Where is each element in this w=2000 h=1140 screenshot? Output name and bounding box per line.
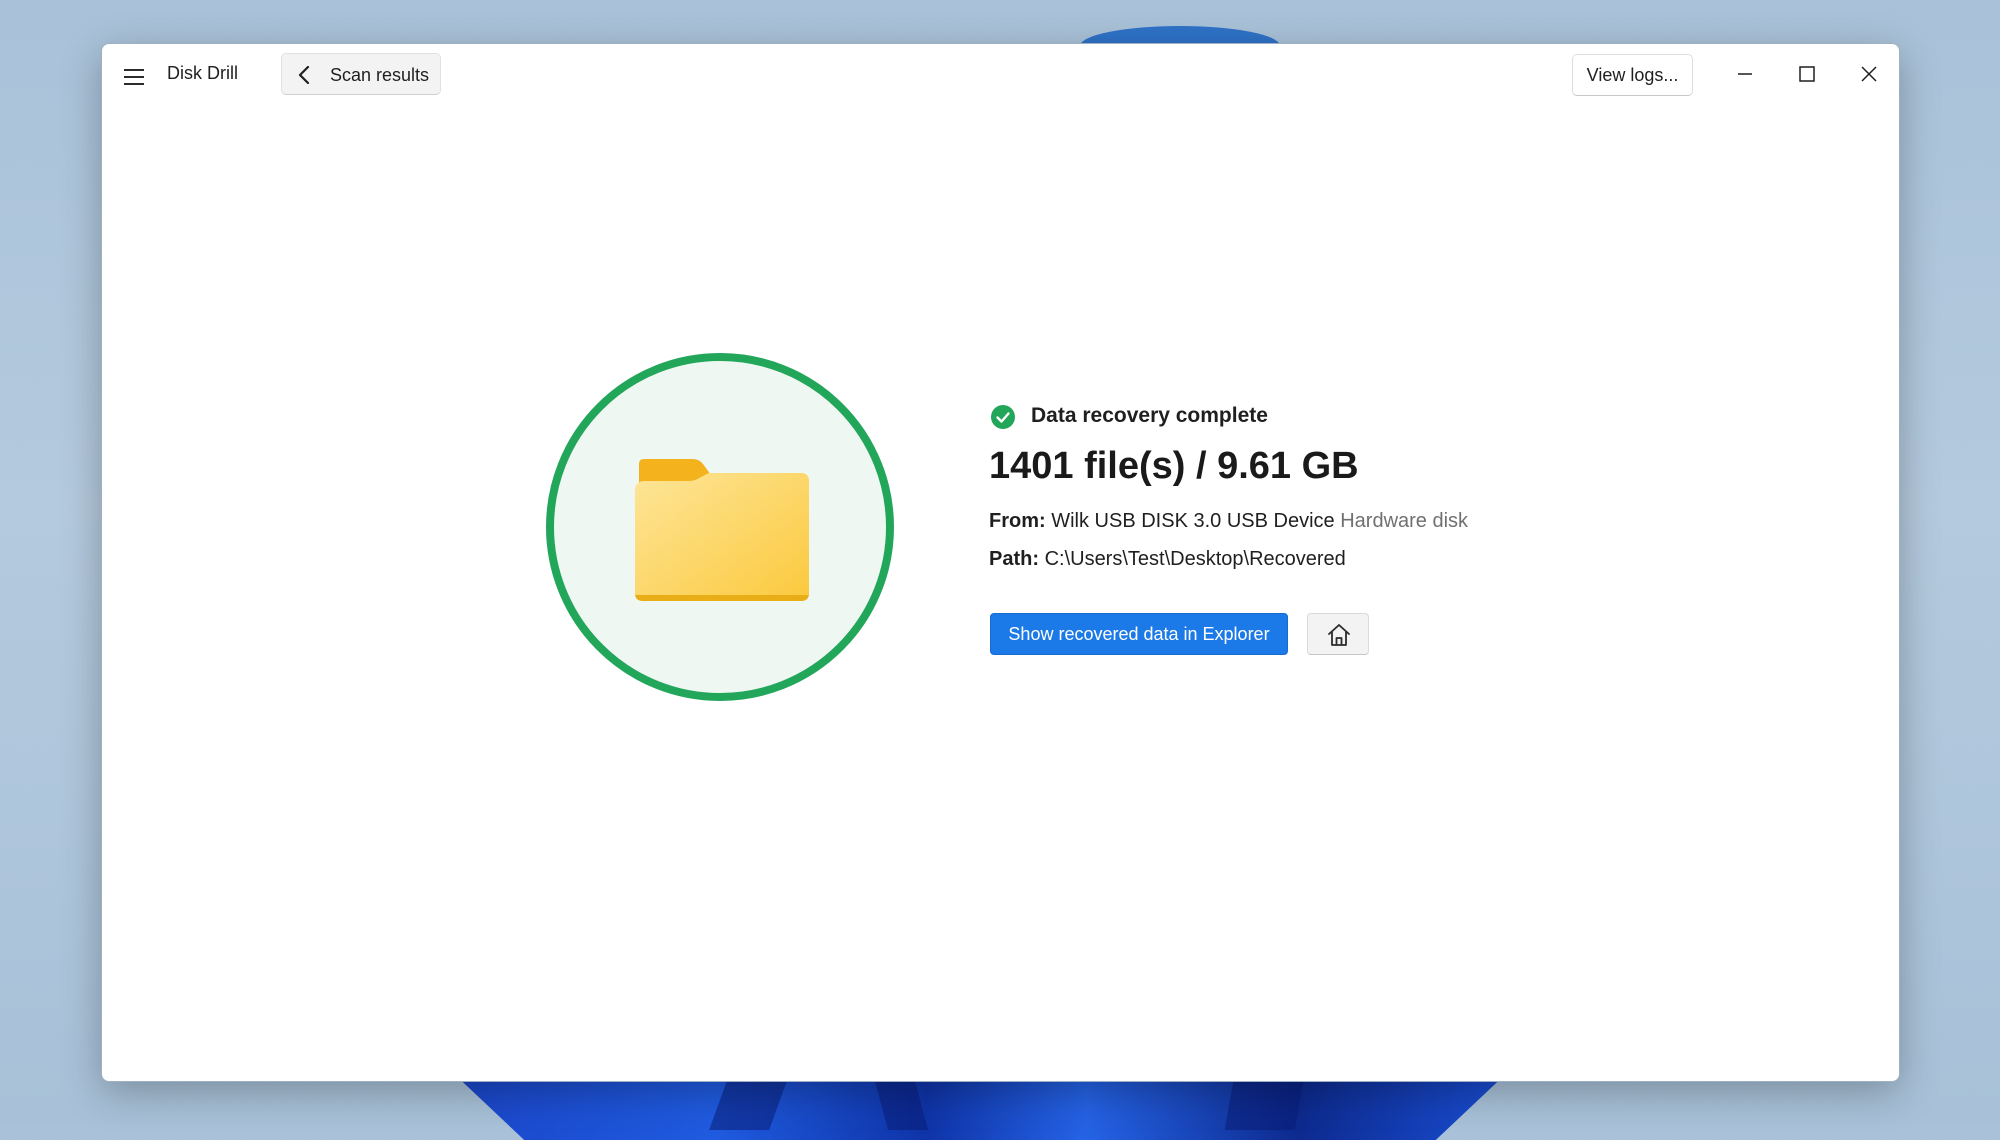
destination-path: C:\Users\Test\Desktop\Recovered — [1044, 548, 1346, 570]
maximize-icon — [1799, 66, 1815, 82]
source-type: Hardware disk — [1340, 510, 1469, 532]
close-button[interactable] — [1846, 56, 1892, 92]
folder-icon — [635, 459, 809, 601]
check-circle-icon — [991, 405, 1015, 429]
destination-label: Path: — [989, 548, 1039, 570]
view-logs-button[interactable]: View logs... — [1572, 54, 1693, 96]
source-line: From: Wilk USB DISK 3.0 USB Device Hardw… — [989, 510, 1468, 533]
maximize-button[interactable] — [1784, 56, 1830, 92]
recovery-status-text: Data recovery complete — [1031, 404, 1268, 427]
recovery-summary: 1401 file(s) / 9.61 GB — [989, 445, 1359, 487]
source-label: From: — [989, 510, 1046, 532]
show-in-explorer-button[interactable]: Show recovered data in Explorer — [990, 613, 1288, 655]
destination-line: Path: C:\Users\Test\Desktop\Recovered — [989, 548, 1346, 571]
back-to-scan-results-button[interactable]: Scan results — [281, 53, 441, 95]
home-icon — [1328, 624, 1350, 646]
minimize-button[interactable] — [1722, 56, 1768, 92]
hamburger-menu-icon[interactable] — [124, 69, 146, 85]
app-window: Disk Drill Scan results View logs... Dat… — [101, 43, 1900, 1082]
app-title: Disk Drill — [167, 63, 238, 83]
chevron-left-icon — [298, 66, 310, 84]
close-icon — [1861, 66, 1877, 82]
source-device: Wilk USB DISK 3.0 USB Device — [1051, 510, 1335, 532]
back-button-label: Scan results — [330, 65, 430, 85]
home-button[interactable] — [1307, 613, 1369, 655]
minimize-icon — [1738, 73, 1752, 75]
